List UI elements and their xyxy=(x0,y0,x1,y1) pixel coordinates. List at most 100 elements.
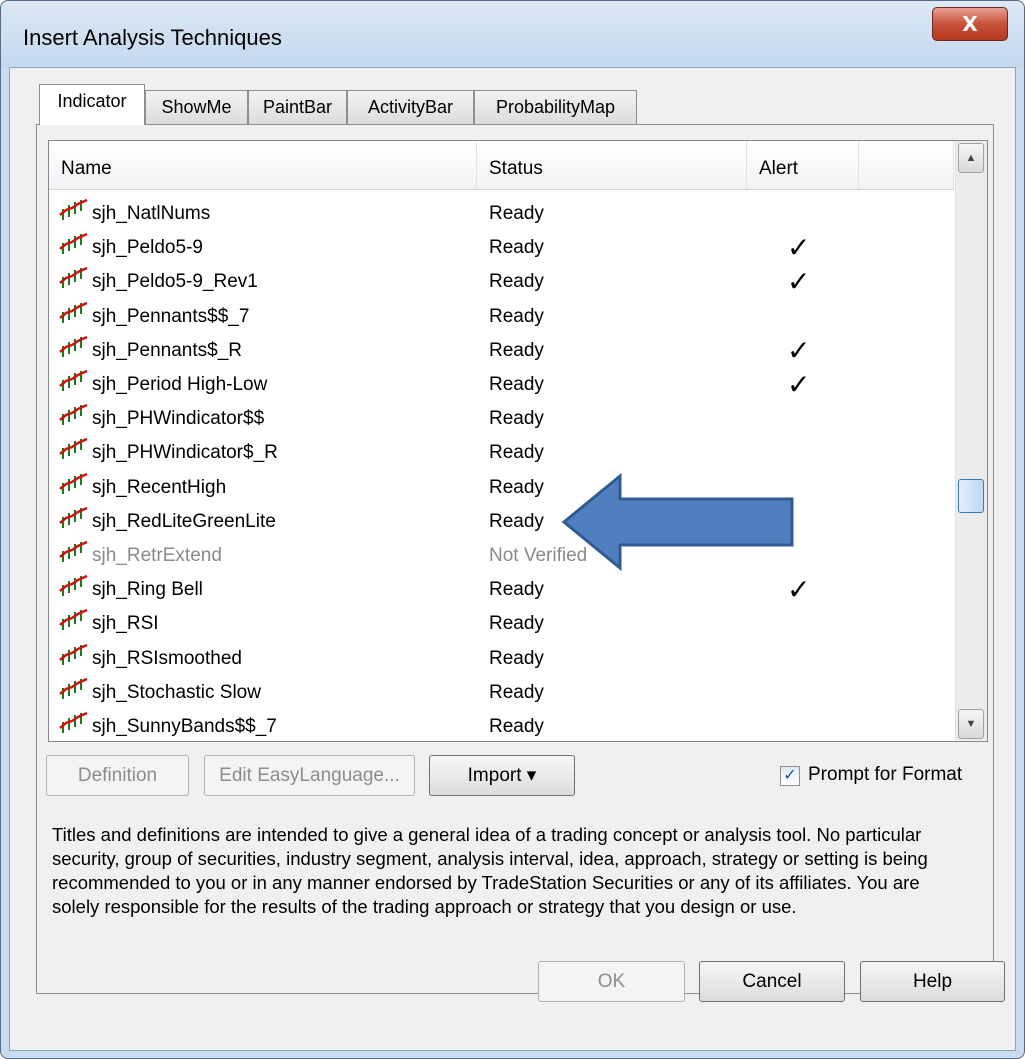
list-item-name: sjh_RedLiteGreenLite xyxy=(92,510,276,532)
list-item[interactable]: sjh_Ring Bell Ready ✓ xyxy=(49,571,954,605)
tab-probabilitymap[interactable]: ProbabilityMap xyxy=(474,90,637,124)
column-header-name[interactable]: Name xyxy=(49,141,477,189)
indicator-chart-icon xyxy=(59,506,88,528)
indicator-chart-icon xyxy=(59,541,88,562)
indicator-chart-icon xyxy=(59,438,88,460)
list-item[interactable]: sjh_Stochastic Slow Ready xyxy=(49,674,954,708)
indicator-chart-icon xyxy=(59,643,88,665)
indicator-chart-icon xyxy=(59,335,88,357)
checkbox-check-icon[interactable]: ✓ xyxy=(780,766,800,786)
ok-button[interactable]: OK xyxy=(538,961,685,1002)
indicator-chart-icon xyxy=(59,712,88,733)
list-item[interactable]: sjh_RedLiteGreenLite Ready xyxy=(49,503,954,537)
cancel-button[interactable]: Cancel xyxy=(699,961,845,1002)
list-item-alert-check-icon: ✓ xyxy=(787,266,811,298)
indicator-chart-icon xyxy=(59,677,88,699)
list-item-status: Ready xyxy=(489,476,544,498)
list-item[interactable]: sjh_PHWindicator$$ Ready xyxy=(49,400,954,434)
tab-indicator[interactable]: Indicator xyxy=(39,84,145,125)
list-item-name: sjh_PHWindicator$$ xyxy=(92,408,265,430)
list-item-name: sjh_RetrExtend xyxy=(92,545,222,566)
indicator-chart-icon xyxy=(59,404,88,426)
list-item[interactable]: sjh_Peldo5-9 Ready ✓ xyxy=(49,229,954,263)
scroll-thumb[interactable] xyxy=(958,479,984,513)
list-item-name: sjh_RSI xyxy=(92,613,159,635)
list-item[interactable]: sjh_SunnyBands$$_7 Ready xyxy=(49,708,954,741)
list-item-status: Ready xyxy=(489,339,544,361)
title-bar: Insert Analysis Techniques X xyxy=(1,1,1024,67)
indicator-chart-icon xyxy=(59,575,88,597)
scroll-down-icon: ▼ xyxy=(965,718,977,730)
tab-paintbar[interactable]: PaintBar xyxy=(248,90,347,124)
import-button[interactable]: Import ▾ xyxy=(429,755,575,796)
close-button[interactable]: X xyxy=(932,7,1008,41)
vertical-scrollbar[interactable]: ▲ ▼ xyxy=(955,141,987,741)
indicator-list[interactable]: Name Status Alert sjh_NatlNums Ready sjh_P… xyxy=(48,140,988,742)
list-item-name: sjh_PHWindicator$_R xyxy=(92,442,278,464)
indicator-chart-icon xyxy=(59,301,88,323)
list-item-name: sjh_Pennants$$_7 xyxy=(92,305,250,327)
import-button-label: Import ▾ xyxy=(467,765,537,786)
prompt-for-format-label: Prompt for Format xyxy=(808,764,963,785)
list-item-name: sjh_Period High-Low xyxy=(92,374,268,395)
tab-showme[interactable]: ShowMe xyxy=(145,90,248,124)
column-header-empty xyxy=(859,141,954,189)
list-item-status: Ready xyxy=(489,647,544,669)
list-item-status: Ready xyxy=(489,237,544,259)
close-icon: X xyxy=(962,12,978,36)
tab-activitybar[interactable]: ActivityBar xyxy=(347,90,474,124)
indicator-chart-icon xyxy=(59,233,88,255)
list-item[interactable]: sjh_RSI Ready xyxy=(49,605,954,639)
indicator-chart-icon xyxy=(59,609,88,631)
list-item-alert-check-icon: ✓ xyxy=(787,574,811,606)
list-item-name: sjh_Peldo5-9_Rev1 xyxy=(92,271,258,293)
list-item[interactable]: sjh_NatlNums Ready xyxy=(49,195,954,229)
list-item-status: Ready xyxy=(489,408,544,430)
scroll-up-button[interactable]: ▲ xyxy=(958,143,984,173)
column-header-status[interactable]: Status xyxy=(477,141,747,189)
disclaimer-text: Titles and definitions are intended to g… xyxy=(52,824,928,917)
list-item[interactable]: sjh_Pennants$$_7 Ready xyxy=(49,298,954,332)
list-item-status: Ready xyxy=(489,613,544,635)
list-item-alert-check-icon: ✓ xyxy=(787,232,811,264)
list-item[interactable]: sjh_RecentHigh Ready xyxy=(49,469,954,503)
list-item[interactable]: sjh_Peldo5-9_Rev1 Ready ✓ xyxy=(49,263,954,297)
scroll-down-button[interactable]: ▼ xyxy=(958,709,984,739)
list-item-status: Ready xyxy=(489,579,544,601)
list-item-name: sjh_Ring Bell xyxy=(92,579,203,601)
list-item-name: sjh_RSIsmoothed xyxy=(92,647,242,669)
list-item-status: Ready xyxy=(489,681,544,703)
list-item[interactable]: sjh_RetrExtend Not Verified xyxy=(49,537,954,571)
indicator-chart-icon xyxy=(59,472,88,494)
list-item-status: Ready xyxy=(489,442,544,464)
help-button[interactable]: Help xyxy=(860,961,1005,1002)
list-item-status: Ready xyxy=(489,716,544,737)
window-title: Insert Analysis Techniques xyxy=(23,25,282,50)
list-item-name: sjh_RecentHigh xyxy=(92,476,227,498)
indicator-chart-icon xyxy=(59,199,88,220)
column-header-alert[interactable]: Alert xyxy=(747,141,859,189)
list-item-name: sjh_Peldo5-9 xyxy=(92,237,203,259)
list-item-status: Ready xyxy=(489,510,544,532)
list-item[interactable]: sjh_Period High-Low Ready ✓ xyxy=(49,366,954,400)
indicator-chart-icon xyxy=(59,370,88,391)
list-item-name: sjh_Stochastic Slow xyxy=(92,681,261,703)
list-item-status: Ready xyxy=(489,271,544,293)
definition-button[interactable]: Definition xyxy=(46,755,189,796)
scroll-up-icon: ▲ xyxy=(965,152,977,164)
list-item-status: Ready xyxy=(489,203,544,224)
arrow-annotation-icon xyxy=(561,472,794,572)
list-item-alert-check-icon: ✓ xyxy=(787,369,811,400)
list-item-status: Ready xyxy=(489,374,544,395)
list-item[interactable]: sjh_RSIsmoothed Ready xyxy=(49,640,954,674)
list-item-status: Ready xyxy=(489,305,544,327)
list-item-name: sjh_Pennants$_R xyxy=(92,339,242,361)
list-item-name: sjh_SunnyBands$$_7 xyxy=(92,716,277,737)
list-item[interactable]: sjh_Pennants$_R Ready ✓ xyxy=(49,332,954,366)
list-item-alert-check-icon: ✓ xyxy=(787,334,811,366)
indicator-chart-icon xyxy=(59,267,88,289)
edit-easylanguage-button[interactable]: Edit EasyLanguage... xyxy=(204,755,415,796)
list-header: Name Status Alert xyxy=(49,141,954,190)
list-item[interactable]: sjh_PHWindicator$_R Ready xyxy=(49,434,954,468)
list-item-name: sjh_NatlNums xyxy=(92,203,211,224)
